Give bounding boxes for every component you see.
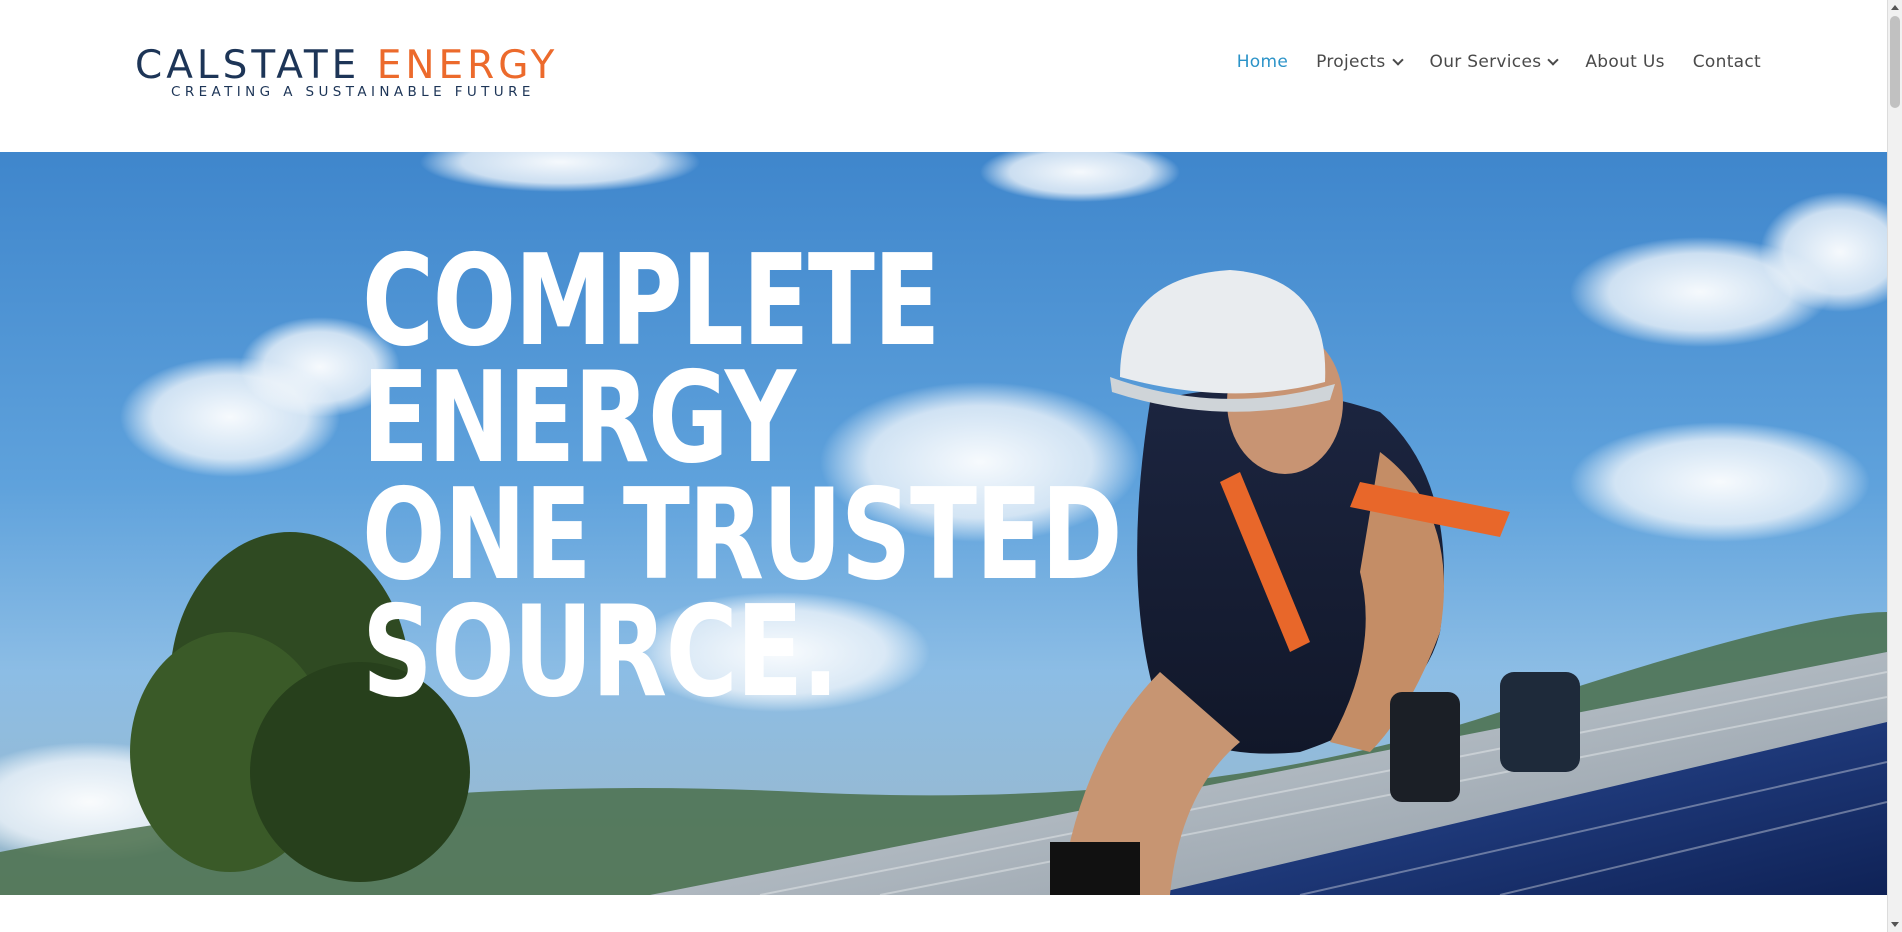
calstate-energy-logo[interactable]: CALSTATE ENERGY CREATING A SUSTAINABLE F… bbox=[135, 46, 554, 102]
main-navigation: Home Projects Our Services About Us Cont… bbox=[1237, 52, 1761, 72]
nav-item-about-us[interactable]: About Us bbox=[1585, 52, 1664, 72]
hero-headline-line-2: ENERGY bbox=[362, 344, 796, 491]
nav-item-contact-label: Contact bbox=[1692, 52, 1761, 72]
logo-word-energy: ENERGY bbox=[376, 43, 559, 88]
nav-item-projects[interactable]: Projects bbox=[1316, 52, 1404, 72]
nav-item-contact[interactable]: Contact bbox=[1693, 52, 1761, 72]
nav-item-home[interactable]: Home bbox=[1237, 52, 1288, 72]
nav-item-about-us-label: About Us bbox=[1585, 52, 1665, 72]
nav-item-home-label: Home bbox=[1236, 52, 1289, 72]
nav-item-projects-label: Projects bbox=[1316, 52, 1386, 72]
scroll-down-arrow-icon[interactable] bbox=[1891, 922, 1899, 927]
nav-item-our-services[interactable]: Our Services bbox=[1429, 52, 1560, 72]
page-scrollbar[interactable] bbox=[1887, 0, 1902, 932]
nav-item-our-services-label: Our Services bbox=[1429, 52, 1542, 72]
hero-banner: COMPLETE ENERGY ONE TRUSTED SOURCE. bbox=[0, 152, 1887, 895]
content-area bbox=[0, 895, 1887, 932]
hero-headline-line-1: COMPLETE bbox=[362, 227, 941, 374]
chevron-down-icon bbox=[1391, 53, 1404, 66]
hero-headline-line-3: ONE TRUSTED bbox=[362, 461, 1123, 608]
logo-tagline: CREATING A SUSTAINABLE FUTURE bbox=[171, 84, 535, 100]
hero-headline-line-4: SOURCE. bbox=[362, 578, 839, 725]
scrollbar-thumb[interactable] bbox=[1890, 16, 1900, 108]
scroll-up-arrow-icon[interactable] bbox=[1891, 5, 1899, 10]
hero-headline: COMPLETE ENERGY ONE TRUSTED SOURCE. bbox=[362, 227, 1123, 725]
site-header: CALSTATE ENERGY CREATING A SUSTAINABLE F… bbox=[0, 0, 1887, 152]
chevron-down-icon bbox=[1547, 53, 1560, 66]
logo-wordmark: CALSTATE ENERGY bbox=[135, 46, 558, 86]
logo-word-calstate: CALSTATE bbox=[135, 43, 377, 88]
